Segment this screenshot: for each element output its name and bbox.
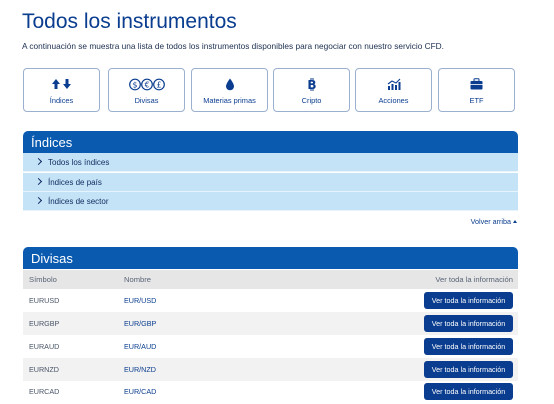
category-label: Acciones bbox=[378, 96, 409, 105]
row-symbol: EURNZD bbox=[29, 365, 59, 374]
svg-text:£: £ bbox=[156, 80, 161, 89]
category-card-etf[interactable]: ETF bbox=[438, 68, 515, 112]
column-header-symbol: Símbolo bbox=[29, 275, 57, 284]
row-symbol: EURAUD bbox=[29, 342, 60, 351]
category-label: ETF bbox=[469, 96, 484, 105]
category-card-acciones[interactable]: Acciones bbox=[355, 68, 432, 112]
svg-text:$: $ bbox=[132, 80, 137, 89]
column-header-info: Ver toda la información bbox=[435, 275, 513, 284]
row-name-link[interactable]: EUR/USD bbox=[124, 289, 156, 312]
accordion-item-label: Índices de país bbox=[48, 178, 102, 187]
intro-text: A continuación se muestra una lista de t… bbox=[22, 41, 444, 51]
growth-chart-icon bbox=[387, 77, 401, 91]
row-name-link[interactable]: EUR/GBP bbox=[124, 312, 156, 335]
row-name-link[interactable]: EUR/AUD bbox=[124, 335, 156, 358]
chevron-right-icon bbox=[34, 157, 43, 166]
drop-icon bbox=[225, 77, 235, 91]
row-symbol: EURUSD bbox=[29, 296, 60, 305]
currency-coins-icon: $ € £ bbox=[128, 77, 165, 91]
accordion-item-label: Todos los índices bbox=[48, 158, 110, 167]
svg-text:B: B bbox=[307, 78, 316, 91]
row-symbol: EURCAD bbox=[29, 387, 60, 396]
page-title: Todos los instrumentos bbox=[22, 10, 237, 33]
svg-text:€: € bbox=[144, 80, 149, 89]
table-row: EURCAD EUR/CAD Ver toda la información bbox=[23, 380, 518, 403]
table-row: EURGBP EUR/GBP Ver toda la información bbox=[23, 312, 518, 335]
table-row: EURUSD EUR/USD Ver toda la información bbox=[23, 289, 518, 312]
table-row: EURNZD EUR/NZD Ver toda la información bbox=[23, 358, 518, 381]
category-label: Divisas bbox=[134, 96, 159, 105]
view-info-button[interactable]: Ver toda la información bbox=[424, 315, 513, 332]
accordion-item-indices-sector[interactable]: Índices de sector bbox=[23, 192, 518, 211]
back-to-top-label: Volver arriba bbox=[470, 217, 511, 226]
row-name-link[interactable]: EUR/NZD bbox=[124, 358, 156, 381]
category-card-divisas[interactable]: $ € £ Divisas bbox=[108, 68, 185, 112]
accordion-item-todos-indices[interactable]: Todos los índices bbox=[23, 153, 518, 172]
view-info-button[interactable]: Ver toda la información bbox=[424, 383, 513, 400]
category-label: Materias primas bbox=[203, 96, 256, 105]
category-card-materias-primas[interactable]: Materias primas bbox=[191, 68, 268, 112]
row-symbol: EURGBP bbox=[29, 319, 60, 328]
indices-panel-header: Índices bbox=[23, 131, 518, 153]
category-card-indices[interactable]: Índices bbox=[23, 68, 100, 112]
category-card-cripto[interactable]: B Cripto bbox=[273, 68, 350, 112]
accordion-item-label: Índices de sector bbox=[48, 197, 109, 206]
accordion-item-indices-pais[interactable]: Índices de país bbox=[23, 173, 518, 192]
row-name-link[interactable]: EUR/CAD bbox=[124, 380, 156, 403]
chevron-right-icon bbox=[34, 177, 43, 186]
column-header-name: Nombre bbox=[124, 275, 152, 284]
view-info-button[interactable]: Ver toda la información bbox=[424, 338, 513, 355]
view-info-button[interactable]: Ver toda la información bbox=[424, 361, 513, 378]
bitcoin-icon: B bbox=[307, 77, 317, 91]
caret-up-icon bbox=[513, 220, 517, 223]
chevron-right-icon bbox=[34, 196, 43, 205]
back-to-top-link[interactable]: Volver arriba bbox=[471, 217, 517, 226]
view-info-button[interactable]: Ver toda la información bbox=[424, 292, 513, 309]
category-label: Cripto bbox=[301, 96, 322, 105]
category-label: Índices bbox=[49, 96, 74, 105]
up-down-arrows-icon bbox=[51, 77, 73, 91]
briefcase-icon bbox=[470, 77, 483, 91]
table-header: Símbolo Nombre Ver toda la información bbox=[23, 270, 518, 289]
divisas-panel-header: Divisas bbox=[23, 247, 518, 269]
table-row: EURAUD EUR/AUD Ver toda la información bbox=[23, 335, 518, 358]
